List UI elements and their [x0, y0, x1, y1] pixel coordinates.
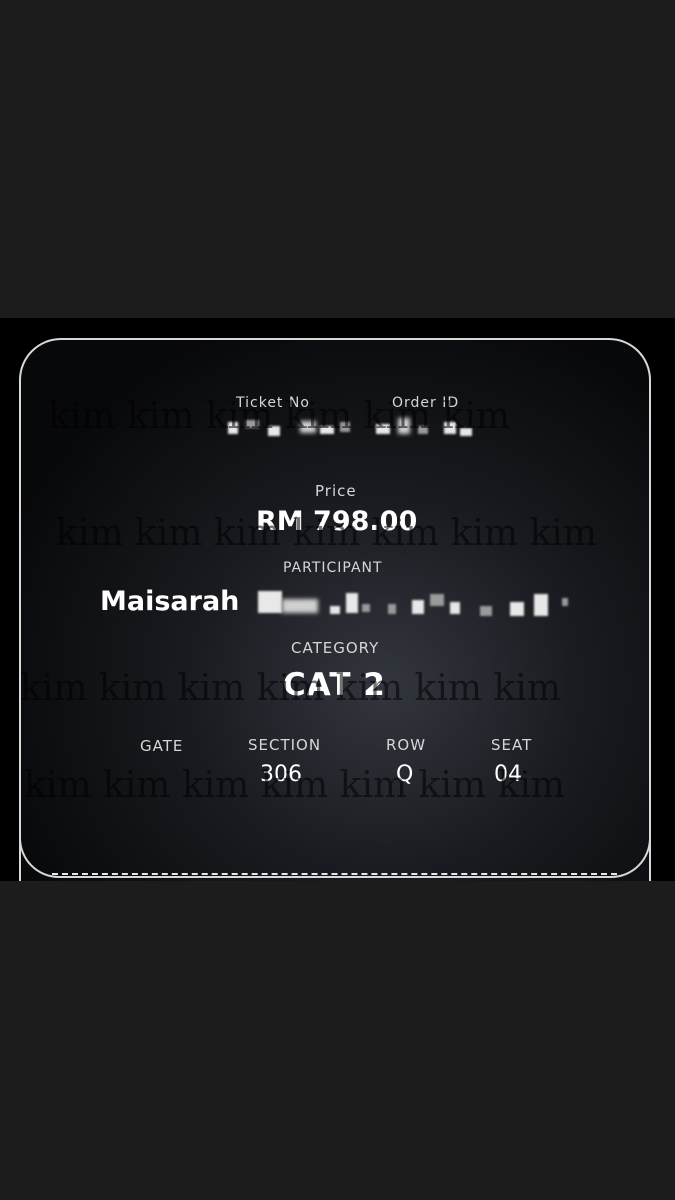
- top-letterbox: [0, 0, 675, 318]
- participant-name: Maisarah: [100, 586, 240, 617]
- participant-label: PARTICIPANT: [283, 560, 383, 576]
- perforation-line: [52, 873, 617, 875]
- gate-label: GATE: [140, 737, 184, 755]
- seat-value: 04: [494, 762, 522, 787]
- row-label: ROW: [386, 736, 427, 754]
- section-label: SECTION: [248, 736, 322, 754]
- bottom-letterbox: [0, 881, 675, 1200]
- ticket-area: Ticket No Order ID Price RM 798.00 PARTI…: [0, 318, 675, 881]
- ticket-card-bottom-edge: [19, 838, 651, 878]
- section-value: 306: [260, 762, 302, 787]
- price-value: RM 798.00: [256, 506, 418, 537]
- category-value: CAT 2: [283, 667, 386, 703]
- row-value: Q: [396, 762, 414, 787]
- ticket-no-label: Ticket No: [236, 395, 310, 411]
- seat-label: SEAT: [491, 736, 533, 754]
- category-label: CATEGORY: [291, 639, 380, 657]
- price-label: Price: [315, 482, 357, 500]
- order-id-label: Order ID: [392, 395, 460, 411]
